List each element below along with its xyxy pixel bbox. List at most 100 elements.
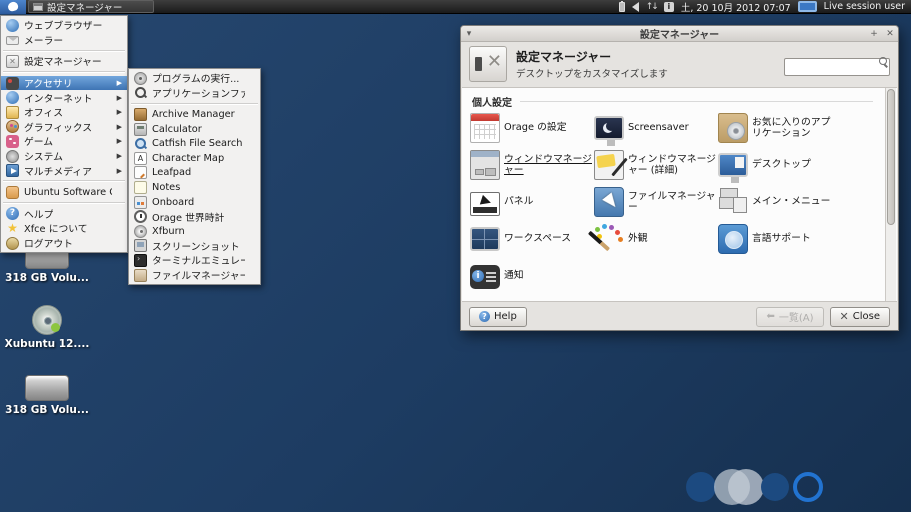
submenu-item[interactable]: プログラムの実行... ▶ <box>129 71 260 86</box>
settings-grid: Orage の設定 Screensaver お気に入りのアプリケーション ウィン… <box>470 110 871 301</box>
menu-item-label: 設定マネージャー <box>24 54 102 68</box>
menu-item[interactable]: ログアウト ▶ <box>1 236 127 251</box>
submenu-item[interactable]: アプリケーションファインダー ▶ <box>129 86 260 101</box>
settings-item[interactable]: パネル <box>470 184 592 220</box>
taskbar-item-settings-manager[interactable]: 設定マネージャー <box>28 0 154 13</box>
applications-menu-button[interactable] <box>0 0 26 14</box>
menu-item[interactable]: インターネット ▶ <box>1 90 127 105</box>
submenu-item[interactable]: Xfburn ▶ <box>129 224 260 239</box>
settings-item[interactable]: ウィンドウマネージャー (詳細) <box>594 147 716 183</box>
favorite-apps-icon <box>718 113 748 143</box>
menu-item[interactable]: ウェブブラウザー ▶ <box>1 18 127 33</box>
help-icon: ? <box>479 311 490 322</box>
wallpaper-ring <box>793 472 823 502</box>
window-manager-icon <box>470 150 500 180</box>
network-arrows-icon[interactable]: ↑↓ <box>646 2 657 12</box>
menu-item[interactable]: Ubuntu Software Center ▶ <box>1 185 127 200</box>
submenu-item[interactable]: ターミナルエミュレーター ▶ <box>129 253 260 268</box>
search-input[interactable] <box>784 58 890 76</box>
notes-icon <box>134 181 147 194</box>
settings-item-label: デスクトップ <box>752 159 811 170</box>
submenu-item[interactable]: Character Map ▶ <box>129 151 260 166</box>
display-icon[interactable] <box>798 1 817 12</box>
settings-item[interactable]: デスクトップ <box>718 147 840 183</box>
menu-item[interactable]: オフィス ▶ <box>1 105 127 120</box>
desktop-icon[interactable]: Xubuntu 12.... <box>4 305 90 350</box>
submenu-item[interactable]: Archive Manager ▶ <box>129 107 260 122</box>
submenu-item-label: Leafpad <box>152 167 191 178</box>
submenu-item-label: Character Map <box>152 153 224 164</box>
mailer-icon <box>6 36 19 45</box>
language-support-icon <box>718 224 748 254</box>
volume-icon[interactable] <box>632 2 639 12</box>
menu-item[interactable]: グラフィックス ▶ <box>1 120 127 135</box>
close-dialog-button[interactable]: ✕ Close <box>830 307 890 327</box>
settings-item[interactable]: ウィンドウマネージャー <box>470 147 592 183</box>
settings-item[interactable]: 外観 <box>594 221 716 257</box>
submenu-item[interactable]: Leafpad ▶ <box>129 166 260 181</box>
settings-item[interactable]: Orage の設定 <box>470 110 592 146</box>
submenu-item[interactable]: Catfish File Search ▶ <box>129 136 260 151</box>
battery-icon[interactable] <box>619 2 625 12</box>
submenu-item-label: Orage 世界時計 <box>152 210 224 224</box>
window-titlebar[interactable]: ▾ 設定マネージャー + ✕ <box>461 26 898 42</box>
notifications-icon <box>470 265 500 289</box>
maximize-button[interactable]: + <box>866 26 882 42</box>
menu-item[interactable]: Xfce について ▶ <box>1 221 127 236</box>
submenu-item[interactable]: ファイルマネージャー ▶ <box>129 268 260 283</box>
menu-item-label: ウェブブラウザー <box>24 18 102 32</box>
settings-item[interactable]: Screensaver <box>594 110 716 146</box>
menu-separator: ▶ <box>1 178 127 185</box>
settings-item[interactable]: 通知 <box>470 258 592 294</box>
menu-item[interactable]: メーラー ▶ <box>1 33 127 48</box>
menu-item[interactable]: 設定マネージャー ▶ <box>1 54 127 69</box>
close-button[interactable]: ✕ <box>882 26 898 42</box>
vertical-scrollbar[interactable] <box>885 88 896 301</box>
settings-item[interactable]: ファイルマネージャー <box>594 184 716 220</box>
menu-separator: ▶ <box>129 100 260 107</box>
settings-item-label: ウィンドウマネージャー <box>504 154 592 177</box>
clock[interactable]: 土, 20 10月 2012 07:07 <box>681 0 791 14</box>
menu-item[interactable]: マルチメディア ▶ <box>1 163 127 178</box>
desktop-icon[interactable]: 318 GB Volu... <box>4 375 90 416</box>
submenu-item[interactable]: スクリーンショット ▶ <box>129 239 260 254</box>
menu-item[interactable]: ゲーム ▶ <box>1 134 127 149</box>
notification-icon[interactable]: i <box>664 2 674 12</box>
wallpaper-circle <box>728 469 764 505</box>
settings-item-label: メイン・メニュー <box>752 196 830 207</box>
menu-item[interactable]: アクセサリ ▶ <box>1 76 127 91</box>
calculator-icon <box>134 123 147 136</box>
submenu-item-label: Calculator <box>152 124 202 135</box>
overview-button[interactable]: ⬅ 一覧(A) <box>756 307 823 327</box>
menu-item[interactable]: システム ▶ <box>1 149 127 164</box>
scrollbar-thumb[interactable] <box>887 89 895 225</box>
submenu-arrow-icon: ▶ <box>117 79 122 87</box>
settings-grid-area: 個人設定 Orage の設定 Screensaver お気に入りのアプリケーショ… <box>462 87 897 302</box>
menu-item-label: メーラー <box>24 33 63 47</box>
internet-icon <box>6 91 19 104</box>
dialog-subtitle: デスクトップをカスタマイズします <box>516 66 668 80</box>
menu-item-label: システム <box>24 149 63 163</box>
file-manager-small-icon <box>134 269 147 282</box>
menu-item[interactable]: ヘルプ ▶ <box>1 207 127 222</box>
onboard-icon <box>134 196 147 209</box>
menu-item-label: オフィス <box>24 105 63 119</box>
window-footer: ? Help ⬅ 一覧(A) ✕ Close <box>462 303 897 330</box>
orage-settings-icon <box>470 113 500 143</box>
session-user-label[interactable]: Live session user <box>824 1 905 12</box>
submenu-item-label: ファイルマネージャー <box>152 268 245 282</box>
shade-button[interactable]: ▾ <box>461 26 477 42</box>
settings-item-label: ウィンドウマネージャー (詳細) <box>628 154 716 177</box>
submenu-item[interactable]: Notes ▶ <box>129 180 260 195</box>
settings-item[interactable]: 言語サポート <box>718 221 840 257</box>
help-button[interactable]: ? Help <box>469 307 527 327</box>
terminal-icon <box>134 254 147 267</box>
submenu-item[interactable]: Onboard ▶ <box>129 195 260 210</box>
submenu-item[interactable]: Orage 世界時計 ▶ <box>129 209 260 224</box>
settings-item[interactable]: ワークスペース <box>470 221 592 257</box>
settings-item[interactable]: お気に入りのアプリケーション <box>718 110 840 146</box>
submenu-item[interactable]: Calculator ▶ <box>129 122 260 137</box>
submenu-arrow-icon: ▶ <box>117 137 122 145</box>
desktop-icon-label: Xubuntu 12.... <box>4 338 90 350</box>
settings-item[interactable]: メイン・メニュー <box>718 184 840 220</box>
